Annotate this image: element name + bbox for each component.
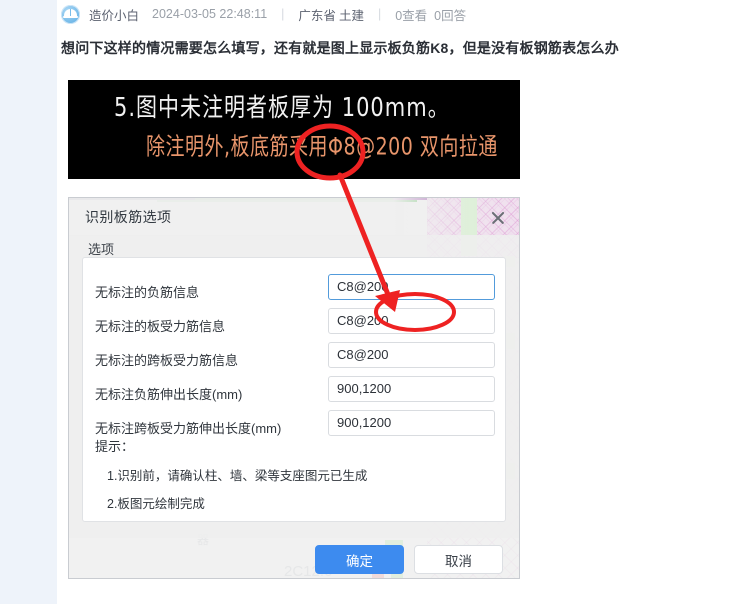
dialog-title: 识别板筋选项 (85, 209, 172, 225)
answer-count: 0回答 (434, 8, 467, 23)
question-title: 想问下这样的情况需要怎么填写，还有就是图上显示板负筋K8，但是没有板钢筋表怎么办 (61, 40, 619, 56)
form-row-negative-rebar: 无标注的负筋信息 C8@200 (83, 274, 507, 308)
options-group-label: 选项 (88, 242, 115, 257)
cad-note-fade (68, 170, 520, 179)
row-label: 无标注的跨板受力筋信息 (95, 353, 239, 368)
negative-rebar-input[interactable]: C8@200 (328, 274, 495, 300)
row-label: 无标注的板受力筋信息 (95, 319, 226, 334)
field-value: 900,1200 (337, 381, 392, 396)
field-value: C8@200 (337, 313, 389, 328)
dialog-titlebar: 识别板筋选项 (69, 198, 519, 236)
row-label: 无标注跨板受力筋伸出长度(mm) (95, 421, 282, 436)
post-meta: 造价小白 2024-03-05 22:48:11 | 广东省 土建 | 0查看 … (61, 0, 473, 28)
form-row-cross-slab-rebar: 无标注的跨板受力筋信息 C8@200 (83, 342, 507, 376)
close-icon[interactable] (488, 207, 508, 227)
attachment-app-screenshot[interactable]: 器 2C12:6 识别板筋选项 选项 无标注的负筋信息 C8@200 (68, 197, 520, 579)
form-row-cross-slab-extend-length: 无标注跨板受力筋伸出长度(mm) 900,1200 (83, 410, 507, 444)
cad-note-line-1: 5.图中未注明者板厚为 100mm。 (114, 92, 450, 123)
meta-separator-2: | (377, 7, 382, 21)
question-page: 造价小白 2024-03-05 22:48:11 | 广东省 土建 | 0查看 … (57, 0, 733, 604)
form-row-slab-main-rebar: 无标注的板受力筋信息 C8@200 (83, 308, 507, 342)
row-label: 无标注负筋伸出长度(mm) (95, 387, 243, 402)
tip-item-1: 1.识别前，请确认柱、墙、梁等支座图元已生成 (107, 469, 368, 483)
cad-note-line-2: 除注明外,板底筋采用Φ8@200 双向拉通 (146, 133, 498, 161)
options-panel: 无标注的负筋信息 C8@200 无标注的板受力筋信息 C8@200 无标注的跨板… (82, 257, 506, 522)
cancel-button[interactable]: 取消 (414, 545, 503, 574)
meta-separator-1: | (281, 7, 285, 21)
confirm-button[interactable]: 确定 (315, 545, 404, 574)
tip-item-2: 2.板图元绘制完成 (107, 497, 205, 511)
view-count: 0查看 (395, 8, 428, 23)
author-name[interactable]: 造价小白 (89, 5, 139, 24)
dialog-body: 选项 无标注的负筋信息 C8@200 无标注的板受力筋信息 C8@200 无标注… (69, 235, 519, 538)
cross-slab-extend-length-input[interactable]: 900,1200 (328, 410, 495, 436)
post-category: 土建 (338, 8, 364, 23)
negative-extend-length-input[interactable]: 900,1200 (328, 376, 495, 402)
cross-slab-rebar-input[interactable]: C8@200 (328, 342, 495, 368)
form-row-negative-extend-length: 无标注负筋伸出长度(mm) 900,1200 (83, 376, 507, 410)
field-value: C8@200 (337, 347, 389, 362)
tips-heading: 提示： (95, 439, 135, 454)
hardhat-avatar-icon (61, 4, 80, 24)
slab-main-rebar-input[interactable]: C8@200 (328, 308, 495, 334)
field-value: 900,1200 (337, 415, 392, 430)
post-region: 广东省 (298, 8, 336, 23)
field-value: C8@200 (337, 279, 389, 294)
dialog-footer: 确定 取消 (69, 538, 519, 578)
post-timestamp: 2024-03-05 22:48:11 (152, 7, 268, 21)
attachment-cad-note[interactable]: 5.图中未注明者板厚为 100mm。 除注明外,板底筋采用Φ8@200 双向拉通 (68, 80, 520, 179)
slab-rebar-recognition-dialog: 识别板筋选项 选项 无标注的负筋信息 C8@200 无标注的板受力筋信息 C8@… (69, 198, 519, 578)
row-label: 无标注的负筋信息 (95, 285, 200, 300)
